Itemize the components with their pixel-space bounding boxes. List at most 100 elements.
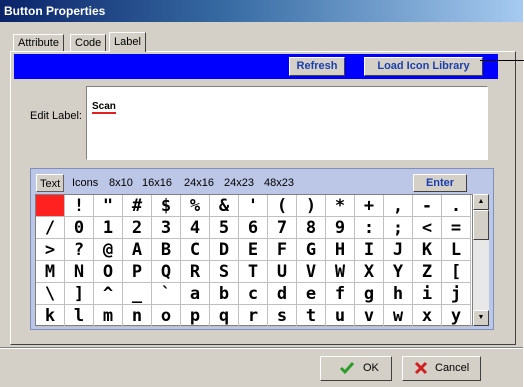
char-key[interactable]: %: [181, 195, 210, 217]
char-key[interactable]: `: [152, 283, 181, 305]
char-key[interactable]: y: [442, 305, 471, 327]
kb-tab-8x10[interactable]: 8x10: [109, 174, 133, 192]
char-key[interactable]: [36, 195, 65, 217]
char-key[interactable]: (: [268, 195, 297, 217]
kb-tab-24x23[interactable]: 24x23: [224, 174, 254, 192]
char-key[interactable]: ": [94, 195, 123, 217]
char-key[interactable]: +: [355, 195, 384, 217]
char-key[interactable]: s: [268, 305, 297, 327]
char-key[interactable]: ;: [384, 217, 413, 239]
char-key[interactable]: 5: [210, 217, 239, 239]
char-key[interactable]: ?: [65, 239, 94, 261]
char-key[interactable]: a: [181, 283, 210, 305]
char-key[interactable]: Y: [384, 261, 413, 283]
char-key[interactable]: ]: [65, 283, 94, 305]
char-key[interactable]: k: [36, 305, 65, 327]
kb-tab-48x23[interactable]: 48x23: [264, 174, 294, 192]
char-key[interactable]: -: [413, 195, 442, 217]
char-key[interactable]: 4: [181, 217, 210, 239]
char-key[interactable]: d: [268, 283, 297, 305]
tab-attribute[interactable]: Attribute: [13, 34, 64, 51]
char-key[interactable]: :: [355, 217, 384, 239]
char-key[interactable]: J: [384, 239, 413, 261]
kb-tab-text[interactable]: Text: [36, 174, 65, 192]
char-key[interactable]: >: [36, 239, 65, 261]
char-key[interactable]: .: [442, 195, 471, 217]
char-key[interactable]: M: [36, 261, 65, 283]
refresh-button[interactable]: Refresh: [289, 57, 345, 76]
char-key[interactable]: o: [152, 305, 181, 327]
char-key[interactable]: N: [65, 261, 94, 283]
char-key[interactable]: _: [123, 283, 152, 305]
char-key[interactable]: &: [210, 195, 239, 217]
char-key[interactable]: A: [123, 239, 152, 261]
char-key[interactable]: V: [297, 261, 326, 283]
char-key[interactable]: ': [239, 195, 268, 217]
char-key[interactable]: ^: [94, 283, 123, 305]
char-key[interactable]: h: [384, 283, 413, 305]
char-key[interactable]: C: [181, 239, 210, 261]
char-key[interactable]: I: [355, 239, 384, 261]
char-key[interactable]: #: [123, 195, 152, 217]
char-key[interactable]: ): [297, 195, 326, 217]
kb-tab-24x16[interactable]: 24x16: [184, 174, 214, 192]
char-key[interactable]: =: [442, 217, 471, 239]
tab-code[interactable]: Code: [70, 34, 107, 51]
char-key[interactable]: 2: [123, 217, 152, 239]
char-key[interactable]: T: [239, 261, 268, 283]
char-key[interactable]: E: [239, 239, 268, 261]
char-key[interactable]: 1: [94, 217, 123, 239]
char-key[interactable]: n: [123, 305, 152, 327]
char-key[interactable]: D: [210, 239, 239, 261]
char-key[interactable]: g: [355, 283, 384, 305]
char-key[interactable]: S: [210, 261, 239, 283]
char-key[interactable]: u: [326, 305, 355, 327]
char-key[interactable]: 6: [239, 217, 268, 239]
char-key[interactable]: K: [413, 239, 442, 261]
char-key[interactable]: L: [442, 239, 471, 261]
char-key[interactable]: b: [210, 283, 239, 305]
char-key[interactable]: i: [413, 283, 442, 305]
char-key[interactable]: @: [94, 239, 123, 261]
char-key[interactable]: 3: [152, 217, 181, 239]
scroll-down-icon[interactable]: ▼: [473, 310, 489, 326]
scroll-thumb[interactable]: [473, 210, 489, 240]
char-key[interactable]: B: [152, 239, 181, 261]
char-key[interactable]: r: [239, 305, 268, 327]
char-key[interactable]: *: [326, 195, 355, 217]
char-key[interactable]: ,: [384, 195, 413, 217]
char-key[interactable]: v: [355, 305, 384, 327]
char-key[interactable]: W: [326, 261, 355, 283]
char-key[interactable]: p: [181, 305, 210, 327]
char-key[interactable]: \: [36, 283, 65, 305]
kb-tab-icons[interactable]: Icons: [72, 174, 98, 192]
cancel-button[interactable]: Cancel: [402, 356, 481, 381]
char-key[interactable]: 8: [297, 217, 326, 239]
char-key[interactable]: j: [442, 283, 471, 305]
char-key[interactable]: e: [297, 283, 326, 305]
grid-scrollbar[interactable]: ▲ ▼: [473, 194, 489, 326]
char-key[interactable]: 9: [326, 217, 355, 239]
char-key[interactable]: R: [181, 261, 210, 283]
load-icon-library-button[interactable]: Load Icon Library: [364, 57, 483, 76]
char-key[interactable]: c: [239, 283, 268, 305]
char-key[interactable]: t: [297, 305, 326, 327]
char-key[interactable]: H: [326, 239, 355, 261]
char-key[interactable]: x: [413, 305, 442, 327]
char-key[interactable]: l: [65, 305, 94, 327]
char-key[interactable]: U: [268, 261, 297, 283]
char-key[interactable]: q: [210, 305, 239, 327]
char-key[interactable]: /: [36, 217, 65, 239]
char-key[interactable]: F: [268, 239, 297, 261]
enter-button[interactable]: Enter: [413, 174, 467, 192]
char-key[interactable]: G: [297, 239, 326, 261]
char-key[interactable]: [: [442, 261, 471, 283]
ok-button[interactable]: OK: [320, 356, 392, 381]
char-key[interactable]: Q: [152, 261, 181, 283]
scroll-up-icon[interactable]: ▲: [473, 194, 489, 210]
char-key[interactable]: f: [326, 283, 355, 305]
char-key[interactable]: w: [384, 305, 413, 327]
kb-tab-16x16[interactable]: 16x16: [142, 174, 172, 192]
char-key[interactable]: $: [152, 195, 181, 217]
char-key[interactable]: !: [65, 195, 94, 217]
